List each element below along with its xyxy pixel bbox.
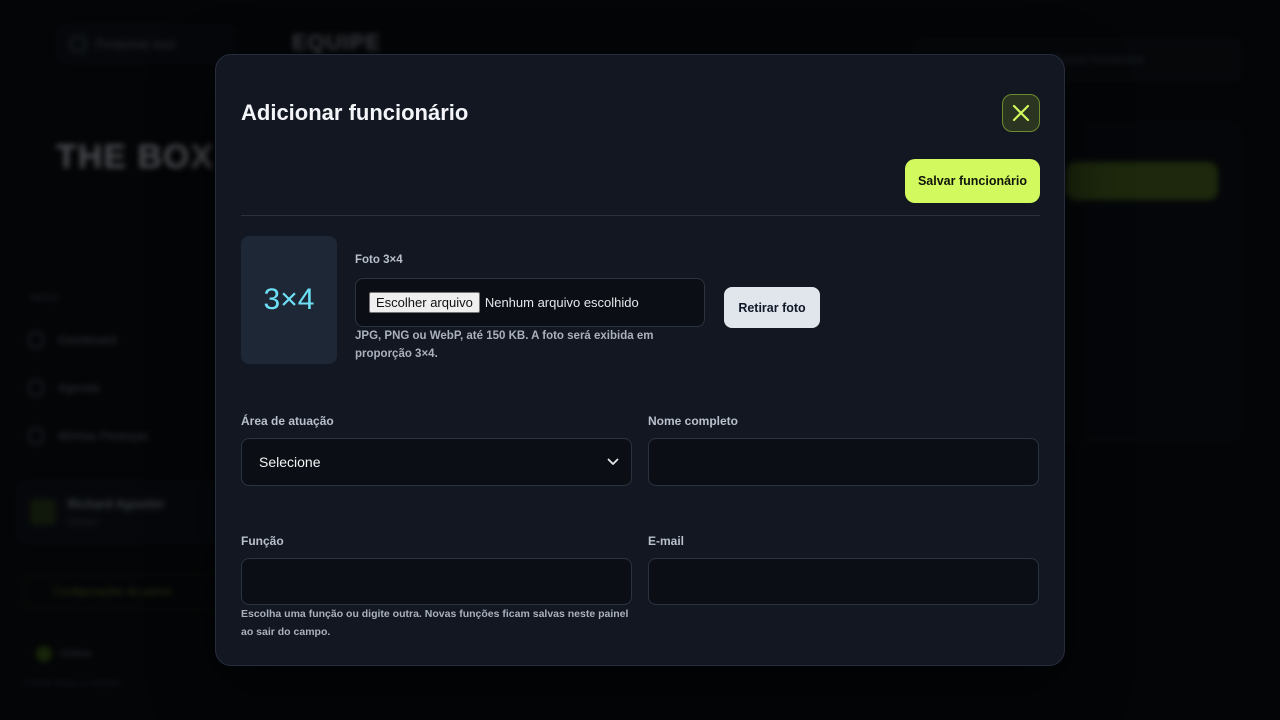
email-input[interactable] (648, 558, 1039, 605)
file-status: Nenhum arquivo escolhido (484, 295, 639, 310)
save-employee-button[interactable]: Salvar funcionário (905, 159, 1040, 203)
remove-photo-button[interactable]: Retirar foto (724, 287, 820, 328)
area-select[interactable]: Selecione (241, 438, 632, 486)
photo-placeholder-text: 3×4 (263, 283, 315, 316)
role-label: Função (241, 534, 284, 548)
role-hint: Escolha uma função ou digite outra. Nova… (241, 608, 629, 638)
photo-hint: JPG, PNG ou WebP, até 150 KB. A foto ser… (355, 330, 654, 360)
chevron-down-icon (607, 458, 619, 465)
full-name-input[interactable] (648, 438, 1039, 486)
modal-title: Adicionar funcionário (241, 100, 469, 125)
area-select-value: Selecione (259, 454, 321, 470)
photo-label: Foto 3×4 (355, 254, 403, 266)
area-label: Área de atuação (241, 414, 334, 428)
photo-preview: 3×4 (241, 236, 337, 364)
add-employee-modal: Adicionar funcionário Salvar funcionário… (215, 54, 1065, 666)
role-input[interactable] (241, 558, 632, 605)
email-label: E-mail (648, 534, 685, 548)
choose-file-button[interactable]: Escolher arquivo (369, 292, 480, 313)
close-button[interactable] (1002, 94, 1040, 132)
divider (241, 215, 1040, 216)
close-icon (1012, 104, 1030, 122)
photo-file-input[interactable]: Escolher arquivo Nenhum arquivo escolhid… (355, 278, 705, 327)
full-name-label: Nome completo (648, 414, 739, 428)
